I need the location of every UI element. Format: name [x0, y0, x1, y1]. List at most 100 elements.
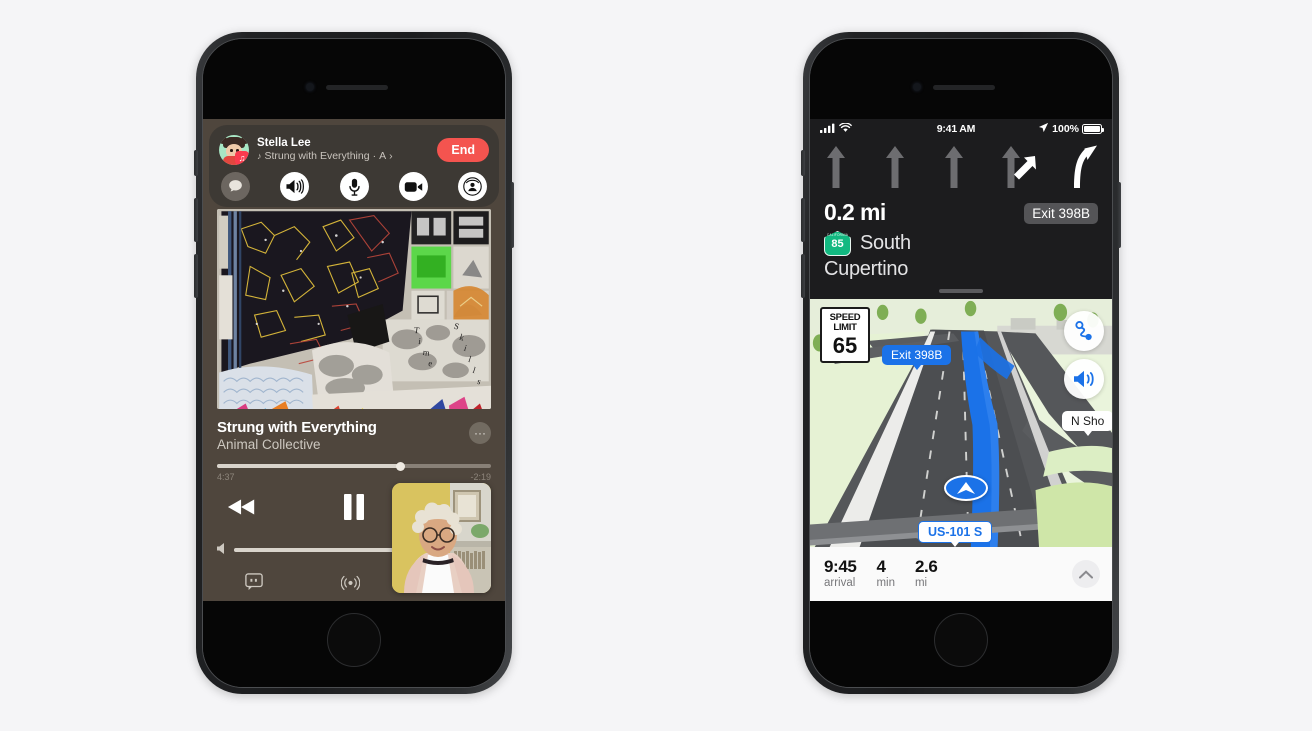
microphone-icon[interactable]: [339, 172, 369, 201]
device-body-right: 9:41 AM 100% 0.2 mi Exit 398B CALIFORNIA…: [809, 38, 1113, 688]
pause-icon[interactable]: [343, 494, 365, 525]
eta-arrival-label: arrival: [824, 577, 856, 589]
battery-full-icon: [1082, 124, 1104, 134]
bottom-bezel: [810, 601, 1112, 687]
call-controls-row: [219, 172, 489, 201]
front-camera-icon: [913, 83, 921, 91]
home-button[interactable]: [327, 613, 381, 667]
speaker-icon[interactable]: [280, 172, 310, 201]
lane-straight-inactive: [942, 144, 966, 195]
remaining-time: -2:19: [470, 472, 491, 482]
status-bar: 9:41 AM 100%: [810, 119, 1112, 139]
scene: T i m e S k i l l s ♫ Stella Lee ♪ Strun…: [0, 0, 1312, 731]
map-canvas[interactable]: SPEED LIMIT 65 Exit 398B N Sho US-101 S: [810, 299, 1112, 564]
status-right: 100%: [1020, 122, 1104, 136]
status-left: [820, 121, 892, 136]
volume-up-button[interactable]: [194, 198, 198, 242]
video-camera-icon[interactable]: [398, 172, 428, 201]
route-shield-ca-85: CALIFORNIA 85: [824, 231, 851, 256]
current-location-puck: [944, 475, 988, 501]
lyrics-icon[interactable]: [245, 573, 263, 597]
mute-switch[interactable]: [801, 150, 805, 176]
volume-down-button[interactable]: [194, 254, 198, 298]
street-label: N Sho: [1062, 411, 1112, 436]
location-arrow-icon: [1038, 122, 1049, 136]
home-button[interactable]: [934, 613, 988, 667]
lane-straight-inactive: [883, 144, 907, 195]
earpiece-speaker: [326, 85, 388, 90]
airplay-icon[interactable]: [340, 573, 361, 597]
sheet-grabber[interactable]: [939, 289, 983, 293]
eta-bar: 9:45 arrival 4 min 2.6 mi: [810, 547, 1112, 601]
eta-arrival-value: 9:45: [824, 557, 857, 576]
music-player: Strung with Everything Animal Collective…: [203, 419, 505, 601]
more-options-button[interactable]: ···: [469, 422, 491, 444]
music-note-badge-icon: ♫: [235, 151, 249, 165]
elapsed-time: 4:37: [217, 472, 235, 482]
volume-up-button[interactable]: [801, 198, 805, 242]
iphone-right: 9:41 AM 100% 0.2 mi Exit 398B CALIFORNIA…: [801, 32, 1121, 694]
progress-fill: [217, 464, 401, 468]
exit-callout-label: Exit 398B: [882, 345, 952, 370]
caller-name: Stella Lee: [257, 137, 311, 149]
route-overview-icon[interactable]: [1064, 311, 1104, 351]
playback-progress-slider[interactable]: [217, 461, 491, 471]
shareplay-icon[interactable]: [458, 172, 487, 201]
eta-duration-label: min: [876, 577, 895, 589]
facetime-call-card: ♫ Stella Lee ♪ Strung with Everything · …: [209, 125, 499, 207]
facetime-music-screen: T i m e S k i l l s ♫ Stella Lee ♪ Strun…: [203, 119, 505, 601]
road-row: CALIFORNIA 85 South: [824, 231, 1098, 256]
eta-duration-value: 4: [876, 557, 886, 576]
lane-straight-inactive: [824, 144, 848, 195]
exit-badge: Exit 398B: [1024, 203, 1098, 224]
road-direction: South: [860, 232, 911, 254]
eta-duration: 4 min: [876, 558, 895, 590]
power-button[interactable]: [1117, 182, 1121, 248]
speed-limit-line2: LIMIT: [833, 322, 857, 333]
volume-low-icon: [217, 541, 226, 559]
mute-switch[interactable]: [194, 150, 198, 176]
iphone-left: T i m e S k i l l s ♫ Stella Lee ♪ Strun…: [194, 32, 514, 694]
lane-guidance: [810, 139, 1112, 195]
top-bezel: [203, 39, 505, 119]
wifi-icon: [839, 121, 852, 136]
facetime-self-video[interactable]: [392, 483, 491, 593]
shareplay-separator: ·: [372, 150, 377, 162]
rewind-icon[interactable]: [227, 498, 257, 521]
lane-right-active: [1072, 144, 1098, 195]
volume-down-button[interactable]: [801, 254, 805, 298]
guidance-panel: 0.2 mi Exit 398B CALIFORNIA 85 South: [810, 195, 1112, 256]
shareplay-artist-truncated: A: [379, 150, 387, 162]
eta-distance: 2.6 mi: [914, 557, 938, 590]
top-bezel: [810, 39, 1112, 119]
chevron-right-icon: ›: [389, 150, 393, 162]
shield-route-number: 85: [831, 238, 844, 250]
progress-knob[interactable]: [396, 461, 406, 471]
eta-distance-label: mi: [914, 577, 928, 589]
power-button[interactable]: [510, 182, 514, 248]
volume-fill: [234, 548, 409, 552]
eta-arrival: 9:45 arrival: [824, 557, 857, 590]
lane-straight-right-active: [1001, 144, 1037, 195]
status-time: 9:41 AM: [936, 123, 976, 135]
maps-navigation-screen: 9:41 AM 100% 0.2 mi Exit 398B CALIFORNIA…: [810, 119, 1112, 601]
earpiece-speaker: [933, 85, 995, 90]
time-row: 4:37 -2:19: [217, 472, 491, 482]
chevron-up-icon[interactable]: [1072, 560, 1100, 588]
avatar-eye-left: [230, 149, 233, 152]
bottom-bezel: [203, 601, 505, 687]
cellular-signal-icon: [820, 123, 835, 136]
battery-percent: 100%: [1052, 123, 1079, 135]
destination-city: Cupertino: [824, 258, 909, 280]
album-artwork-collage[interactable]: T i m e S k i l l s: [217, 209, 491, 409]
song-artist: Animal Collective: [217, 437, 321, 452]
avatar[interactable]: ♫: [219, 135, 249, 165]
end-call-button[interactable]: End: [437, 138, 489, 162]
eta-distance-value: 2.6: [914, 557, 938, 576]
song-title: Strung with Everything: [217, 419, 377, 436]
caller-row: ♫ Stella Lee ♪ Strung with Everything · …: [219, 133, 489, 167]
message-bubble-icon[interactable]: [221, 172, 250, 201]
screen-right: 9:41 AM 100% 0.2 mi Exit 398B CALIFORNIA…: [810, 119, 1112, 601]
audio-volume-icon[interactable]: [1064, 359, 1104, 399]
shareplay-row[interactable]: ♪ Strung with Everything · A ›: [257, 150, 429, 163]
